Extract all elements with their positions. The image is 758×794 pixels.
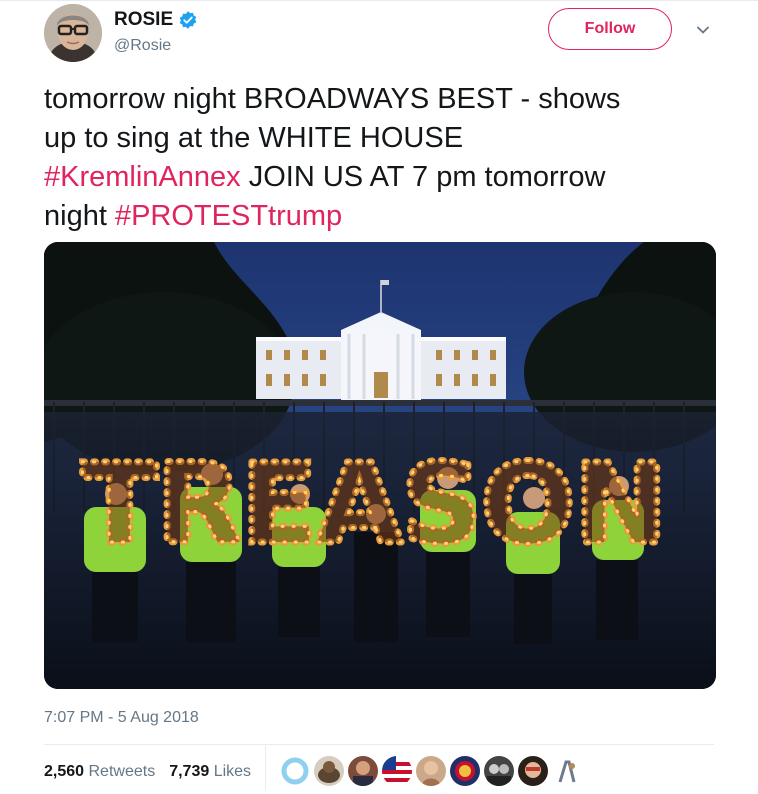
liker-avatar[interactable]	[416, 756, 446, 786]
tweet-text-fragment: night	[44, 200, 115, 232]
tweet-text-fragment: JOIN US AT 7 pm tomorrow	[240, 161, 606, 193]
tweet-line: night #PROTESTtrump	[44, 197, 724, 236]
likes-stat[interactable]: 7,739 Likes	[169, 763, 251, 781]
retweets-count: 2,560	[44, 763, 85, 780]
tweet-text: tomorrow night BROADWAYS BEST - shows up…	[44, 80, 724, 236]
stats-separator	[265, 745, 266, 791]
liker-avatar[interactable]	[348, 756, 378, 786]
liker-avatar[interactable]	[484, 756, 514, 786]
author-avatar[interactable]	[44, 4, 102, 62]
author-name[interactable]: ROSIE	[114, 9, 173, 31]
tweet-line: #KremlinAnnex JOIN US AT 7 pm tomorrow	[44, 158, 724, 197]
avatar-image	[44, 4, 102, 62]
liker-avatar[interactable]	[450, 756, 480, 786]
liker-avatar[interactable]	[280, 756, 310, 786]
retweets-stat[interactable]: 2,560 Retweets	[44, 763, 155, 781]
tweet-line: tomorrow night BROADWAYS BEST - shows	[44, 83, 621, 115]
retweets-label: Retweets	[88, 763, 156, 780]
likes-count: 7,739	[169, 763, 210, 780]
likes-label: Likes	[213, 763, 252, 780]
liker-avatars	[280, 756, 586, 786]
engagement-stats: 2,560 Retweets 7,739 Likes	[44, 763, 265, 781]
author-name-row[interactable]: ROSIE	[114, 9, 198, 31]
hashtag-link[interactable]: #KremlinAnnex	[44, 161, 241, 193]
tweet-photo[interactable]: TREASON TREASON TREASON	[44, 242, 716, 689]
follow-button[interactable]: Follow	[548, 8, 672, 50]
author-handle[interactable]: @Rosie	[114, 37, 171, 55]
liker-avatar[interactable]	[314, 756, 344, 786]
chevron-down-icon[interactable]	[695, 22, 711, 38]
tweet-line: up to sing at the WHITE HOUSE	[44, 122, 464, 154]
liker-avatar[interactable]	[382, 756, 412, 786]
svg-text:TREASON: TREASON	[82, 440, 667, 568]
liker-avatar[interactable]	[552, 756, 582, 786]
liker-avatar[interactable]	[518, 756, 548, 786]
verified-badge-icon	[179, 11, 197, 29]
top-border	[0, 0, 758, 1]
white-house-protest-photo: TREASON TREASON TREASON	[44, 242, 716, 689]
hashtag-link[interactable]: #PROTESTtrump	[115, 200, 342, 232]
tweet-timestamp[interactable]: 7:07 PM - 5 Aug 2018	[44, 709, 199, 727]
divider	[44, 744, 714, 745]
